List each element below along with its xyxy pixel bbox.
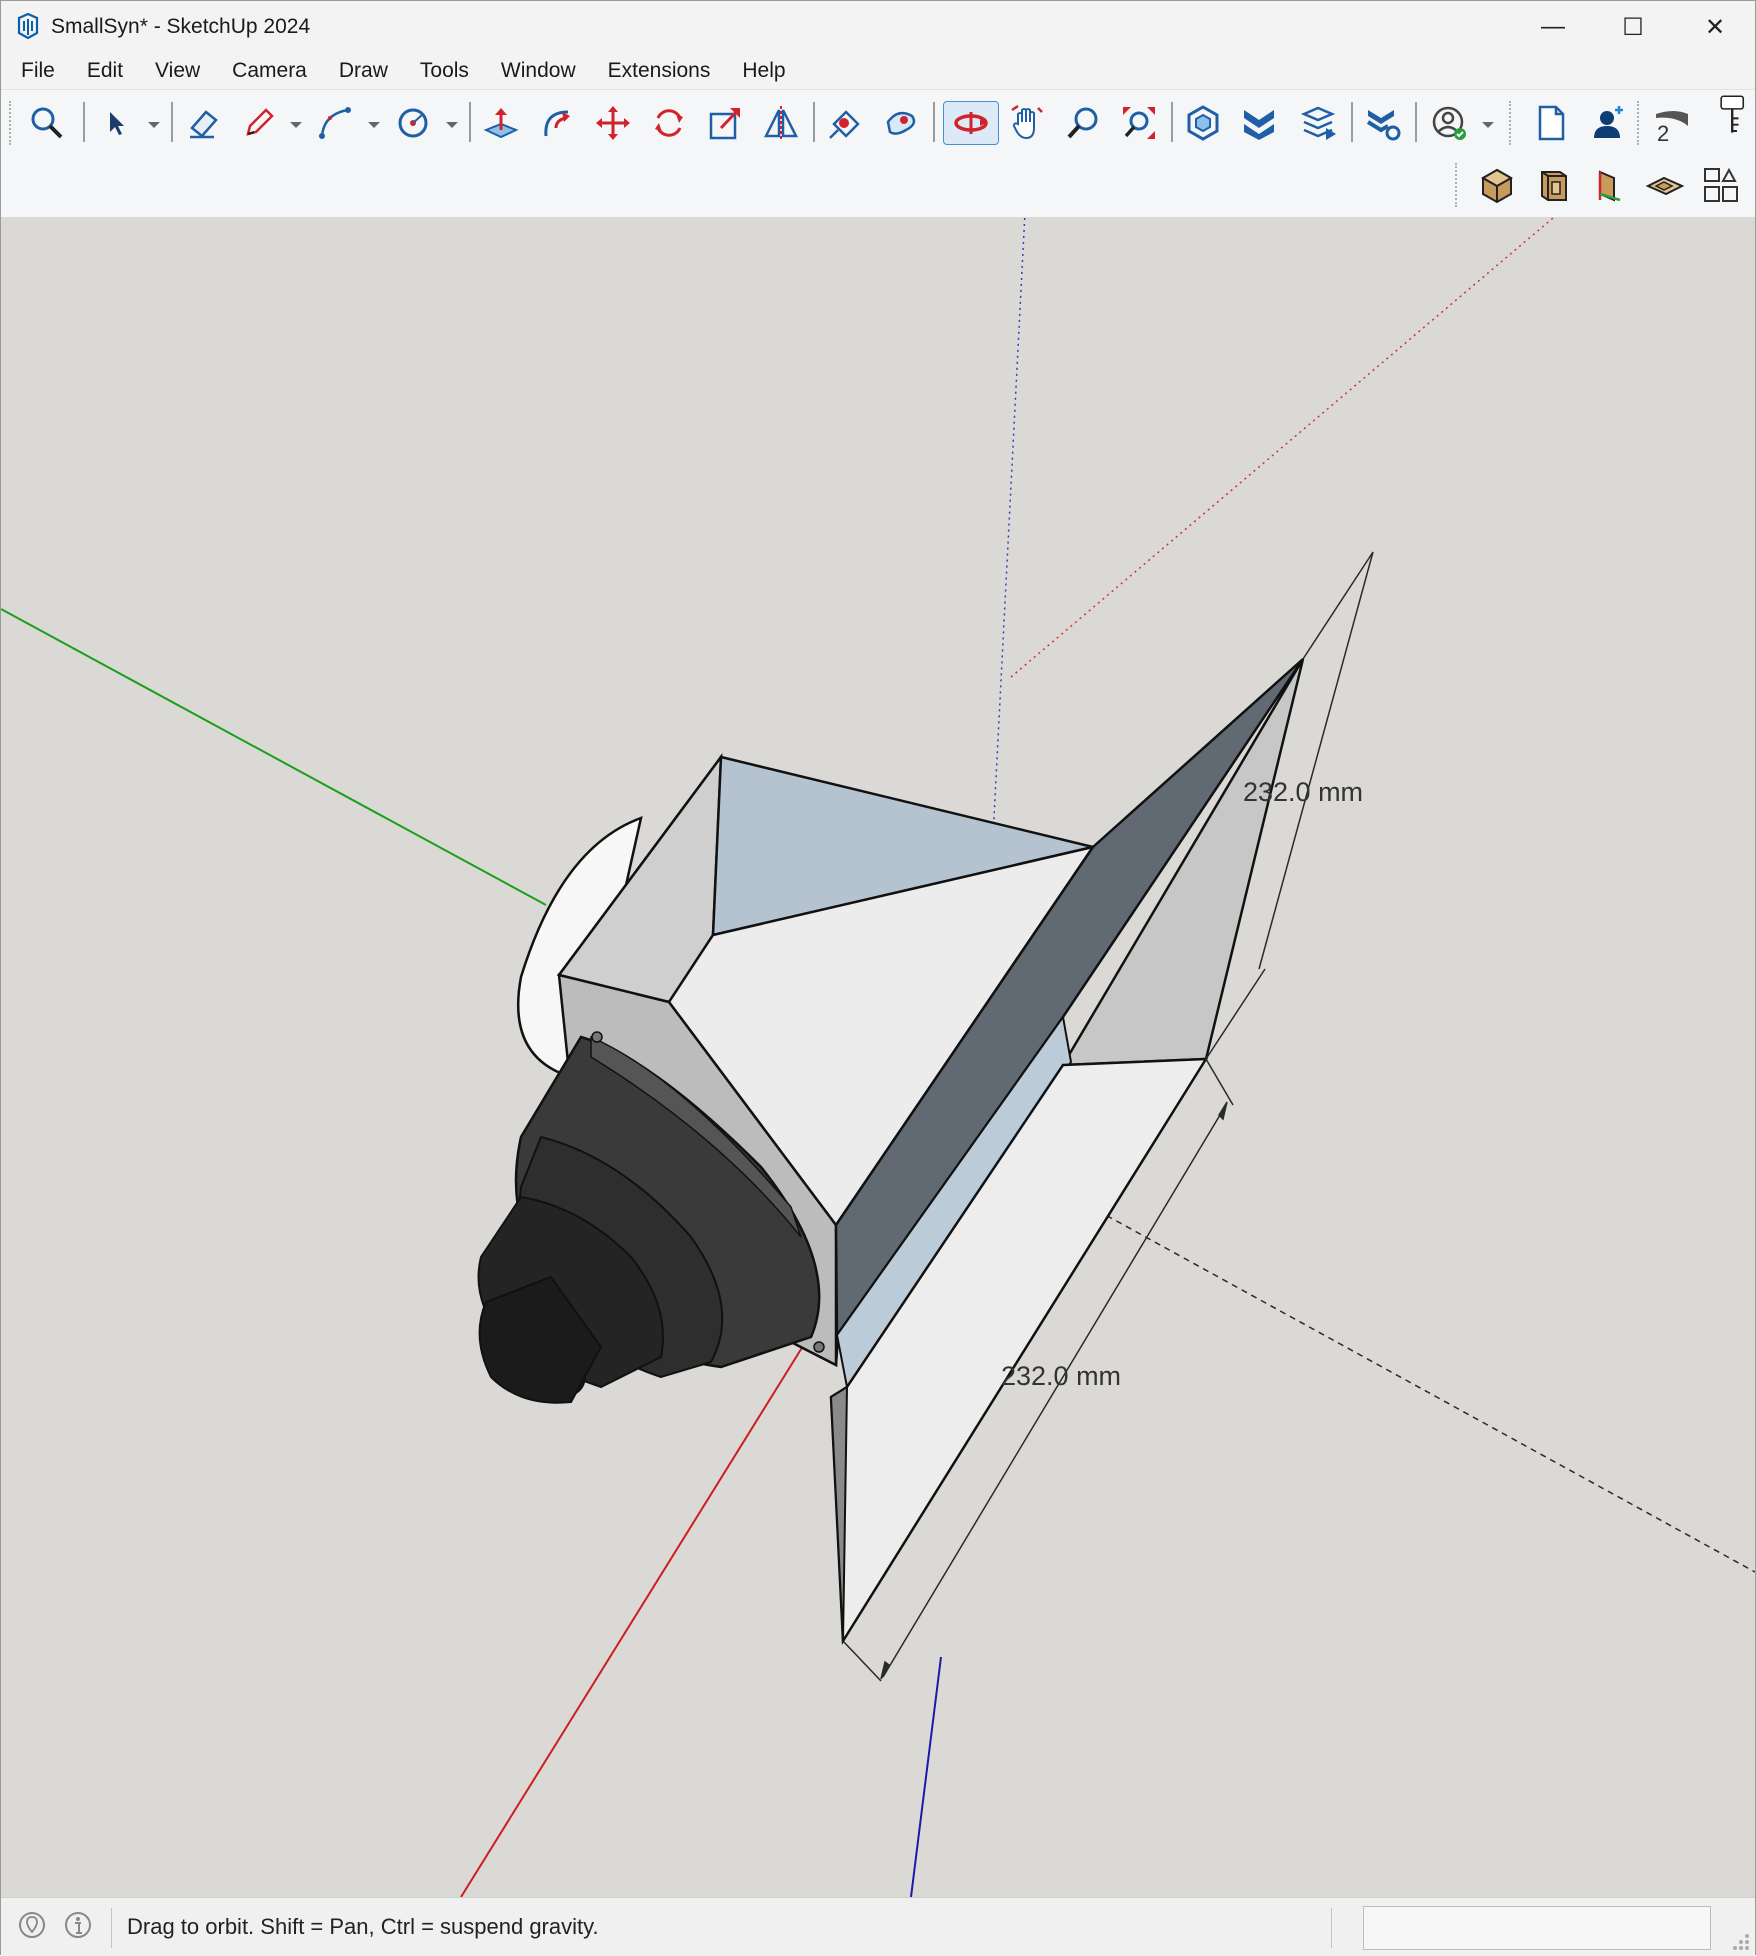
window-title: SmallSyn* - SketchUp 2024 bbox=[51, 15, 311, 38]
close-button[interactable]: ✕ bbox=[1675, 1, 1755, 53]
model-viewport[interactable]: 232.0 mm 232.0 mm bbox=[1, 217, 1755, 1897]
top-view-icon[interactable] bbox=[1643, 163, 1687, 207]
menu-view[interactable]: View bbox=[143, 59, 212, 83]
dimension-label[interactable]: 232.0 mm bbox=[1001, 1361, 1121, 1392]
rotate-icon[interactable] bbox=[647, 101, 691, 145]
toolbar-separator bbox=[83, 102, 85, 142]
chevron-down-icon[interactable] bbox=[289, 120, 303, 130]
geo-location-icon[interactable] bbox=[17, 1910, 47, 1940]
tool-key-icon[interactable] bbox=[1715, 94, 1751, 138]
menu-draw[interactable]: Draw bbox=[327, 59, 400, 83]
toolbar-grip[interactable] bbox=[1637, 101, 1643, 145]
menu-bar: File Edit View Camera Draw Tools Window … bbox=[1, 53, 1755, 89]
orbit-icon[interactable] bbox=[943, 101, 999, 145]
sketchup-window: SmallSyn* - SketchUp 2024 — ☐ ✕ File Edi… bbox=[0, 0, 1756, 1956]
scale-icon[interactable] bbox=[703, 101, 747, 145]
toolbar-separator bbox=[1171, 102, 1173, 142]
status-bar: Drag to orbit. Shift = Pan, Ctrl = suspe… bbox=[1, 1897, 1755, 1956]
dimension-label[interactable]: 232.0 mm bbox=[1243, 777, 1363, 808]
follow-me-icon[interactable] bbox=[535, 101, 579, 145]
warehouse-icon[interactable] bbox=[1181, 101, 1225, 145]
views-toolbar bbox=[1, 155, 1755, 218]
status-separator bbox=[1331, 1908, 1332, 1948]
instructor-icon[interactable]: 2 bbox=[1651, 101, 1695, 146]
chevron-down-icon[interactable] bbox=[445, 120, 459, 130]
maximize-button[interactable]: ☐ bbox=[1593, 1, 1673, 53]
menu-camera[interactable]: Camera bbox=[220, 59, 319, 83]
credits-icon[interactable] bbox=[63, 1910, 93, 1940]
toolbar-separator bbox=[469, 102, 471, 142]
side-view-icon[interactable] bbox=[1587, 163, 1631, 207]
toolbar-grip[interactable] bbox=[1509, 101, 1515, 145]
eraser-icon[interactable] bbox=[181, 101, 225, 145]
toolbar-separator bbox=[813, 102, 815, 142]
status-hint: Drag to orbit. Shift = Pan, Ctrl = suspe… bbox=[127, 1914, 599, 1939]
arc-icon[interactable] bbox=[313, 101, 357, 145]
instructor-badge: 2 bbox=[1657, 121, 1670, 146]
select-icon[interactable] bbox=[93, 101, 137, 145]
profile-add-icon[interactable] bbox=[1587, 101, 1631, 145]
menu-tools[interactable]: Tools bbox=[408, 59, 481, 83]
status-separator bbox=[111, 1908, 112, 1948]
sample-paint-icon[interactable] bbox=[879, 101, 923, 145]
red-axis-negative bbox=[1010, 217, 1556, 678]
chevron-down-icon[interactable] bbox=[147, 120, 161, 130]
menu-edit[interactable]: Edit bbox=[75, 59, 135, 83]
toolbar-grip[interactable] bbox=[1455, 163, 1461, 207]
lower-panel-edge bbox=[829, 1385, 849, 1642]
red-axis bbox=[460, 1316, 822, 1897]
minimize-button[interactable]: — bbox=[1513, 1, 1593, 53]
user-account-icon[interactable] bbox=[1427, 101, 1471, 145]
measurements-box[interactable] bbox=[1363, 1906, 1711, 1950]
menu-window[interactable]: Window bbox=[489, 59, 588, 83]
toolbar-separator bbox=[1351, 102, 1353, 142]
toolbar-separator bbox=[1415, 102, 1417, 142]
push-pull-icon[interactable] bbox=[479, 101, 523, 145]
zoom-extents-icon[interactable] bbox=[1117, 101, 1161, 145]
move-icon[interactable] bbox=[591, 101, 635, 145]
toolbar-separator bbox=[171, 102, 173, 142]
paint-bucket-icon[interactable] bbox=[823, 101, 867, 145]
toolbar-separator bbox=[933, 102, 935, 142]
green-axis bbox=[1, 608, 547, 906]
pencil-icon[interactable] bbox=[237, 101, 281, 145]
extension-manager-icon[interactable] bbox=[1361, 101, 1405, 145]
menu-extensions[interactable]: Extensions bbox=[596, 59, 723, 83]
menu-file[interactable]: File bbox=[9, 59, 67, 83]
chevron-down-icon[interactable] bbox=[367, 120, 381, 130]
circle-icon[interactable] bbox=[391, 101, 435, 145]
3d-scene[interactable] bbox=[1, 217, 1755, 1897]
chevron-down-icon[interactable] bbox=[1481, 120, 1495, 130]
title-bar: SmallSyn* - SketchUp 2024 — ☐ ✕ bbox=[1, 1, 1755, 53]
resize-grip-icon[interactable] bbox=[1729, 1930, 1751, 1952]
layout-icon[interactable] bbox=[1297, 101, 1341, 145]
new-file-icon[interactable] bbox=[1529, 101, 1573, 145]
main-toolbar: 2 bbox=[1, 89, 1755, 157]
sketchup-logo-icon bbox=[17, 13, 39, 39]
search-icon[interactable] bbox=[25, 101, 69, 145]
pan-icon[interactable] bbox=[1005, 101, 1049, 145]
front-view-icon[interactable] bbox=[1531, 163, 1575, 207]
extension-warehouse-icon[interactable] bbox=[1237, 101, 1281, 145]
blue-axis bbox=[910, 1656, 942, 1897]
views-grid-icon[interactable] bbox=[1699, 163, 1743, 207]
zoom-icon[interactable] bbox=[1061, 101, 1105, 145]
menu-help[interactable]: Help bbox=[730, 59, 797, 83]
flip-icon[interactable] bbox=[759, 101, 803, 145]
iso-view-icon[interactable] bbox=[1475, 163, 1519, 207]
toolbar-grip[interactable] bbox=[9, 101, 15, 145]
